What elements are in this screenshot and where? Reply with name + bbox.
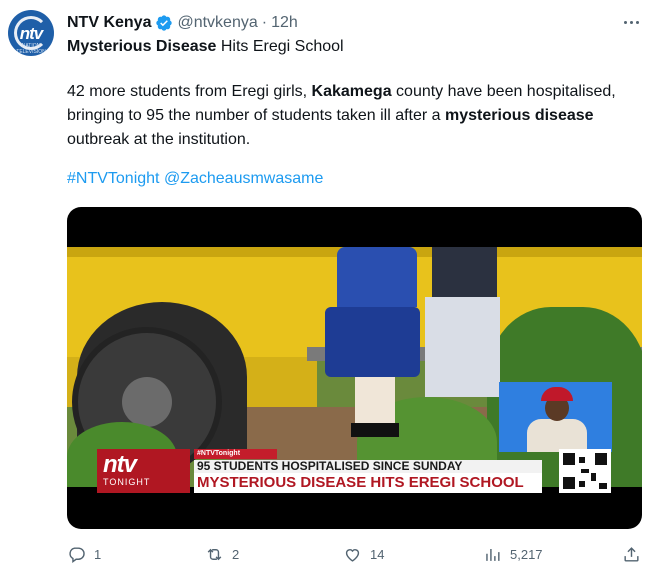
student-shoes xyxy=(351,423,399,437)
repost-icon xyxy=(207,548,222,560)
display-name[interactable]: NTV Kenya xyxy=(67,14,151,32)
student-skirt xyxy=(325,307,420,377)
more-icon[interactable] xyxy=(618,12,644,32)
reply-icon xyxy=(69,546,85,563)
tweet-hashtags: #NTVTonight @Zacheausmwasame xyxy=(67,170,323,188)
ntv-tonight-logo: ntv TONIGHT xyxy=(97,449,190,493)
tweet-actions: 1 2 14 5,217 xyxy=(67,542,645,566)
avatar-logo: ntv xyxy=(19,24,44,43)
tweet-body: 42 more students from Eregi girls, Kakam… xyxy=(67,80,627,152)
avatar[interactable]: ntv NATION TELEVISION xyxy=(8,10,54,56)
headline-bold: Mysterious Disease xyxy=(67,38,217,55)
student-skirt xyxy=(425,297,500,397)
body-bold-disease: mysterious disease xyxy=(445,107,594,124)
video-media[interactable]: ntv TONIGHT #NTVTonight 95 STUDENTS HOSP… xyxy=(67,207,642,529)
repost-button[interactable]: 2 xyxy=(205,542,239,566)
share-icon xyxy=(624,546,639,562)
avatar-subtext: NATION TELEVISION xyxy=(16,43,46,55)
wheel-hub xyxy=(122,377,172,427)
verified-badge-icon xyxy=(156,15,173,31)
student-legs xyxy=(355,377,395,427)
views-count: 5,217 xyxy=(510,546,543,562)
news-lower-third: ntv TONIGHT #NTVTonight 95 STUDENTS HOSP… xyxy=(97,449,612,493)
views-icon xyxy=(486,548,500,561)
overlay-tag: #NTVTonight xyxy=(194,449,277,459)
reply-button[interactable]: 1 xyxy=(67,542,101,566)
like-count: 14 xyxy=(370,546,385,562)
like-button[interactable]: 14 xyxy=(343,542,384,566)
body-part-5: outbreak at the institution. xyxy=(67,131,251,148)
qr-code-icon xyxy=(559,449,611,493)
tweet-headline: Mysterious Disease Hits Eregi School xyxy=(67,38,344,56)
mention-link[interactable]: @Zacheausmwasame xyxy=(164,170,323,187)
tweet-header: NTV Kenya @ntvkenya · 12h xyxy=(67,12,298,34)
student-figure xyxy=(337,247,417,307)
signer-body xyxy=(527,419,587,452)
heart-icon xyxy=(345,548,360,562)
timestamp[interactable]: 12h xyxy=(271,14,298,32)
hashtag-link[interactable]: #NTVTonight xyxy=(67,170,160,187)
repost-count: 2 xyxy=(232,546,240,562)
student-figure xyxy=(432,247,497,302)
views-button[interactable]: 5,217 xyxy=(483,542,543,566)
headline-rest: Hits Eregi School xyxy=(216,38,344,55)
overlay-logo: ntv xyxy=(103,451,137,478)
share-button[interactable] xyxy=(622,542,641,566)
overlay-line-1: 95 STUDENTS HOSPITALISED SINCE SUNDAY xyxy=(194,460,542,473)
separator: · xyxy=(261,14,268,31)
handle[interactable]: @ntvkenya xyxy=(177,14,257,32)
body-part-1: 42 more students from Eregi girls, xyxy=(67,83,312,100)
overlay-logo-sub: TONIGHT xyxy=(103,477,151,487)
body-bold-location: Kakamega xyxy=(311,83,392,100)
overlay-line-2: MYSTERIOUS DISEASE HITS EREGI SCHOOL xyxy=(194,473,542,493)
reply-count: 1 xyxy=(94,546,102,562)
